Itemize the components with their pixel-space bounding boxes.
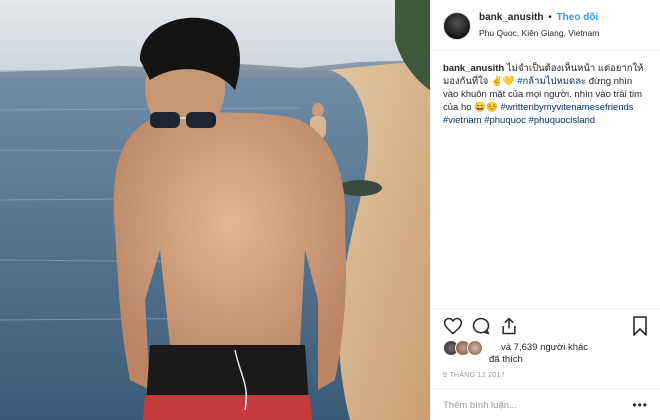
post-date: 9 THÁNG 12 2017: [443, 372, 505, 379]
hashtag-link[interactable]: #vietnam: [443, 115, 482, 126]
post-sidebar: bank_anusith • Theo dõi Phu Quoc, Kiên G…: [430, 0, 660, 420]
beach-photo-illustration: [0, 0, 430, 420]
avatar[interactable]: [443, 12, 471, 40]
likes-label: đã thích: [489, 354, 523, 365]
heart-icon[interactable]: [443, 316, 463, 336]
liker-avatar[interactable]: [467, 340, 483, 356]
likes-count[interactable]: và 7,639 người khác: [501, 342, 588, 353]
instagram-post: bank_anusith • Theo dõi Phu Quoc, Kiên G…: [0, 0, 660, 420]
separator-dot: •: [548, 12, 552, 23]
username-link[interactable]: bank_anusith: [479, 12, 543, 23]
comment-icon[interactable]: [471, 316, 491, 336]
hashtag-link[interactable]: #phuquoc: [484, 115, 526, 126]
comment-input[interactable]: Thêm bình luận...: [443, 400, 517, 411]
username-row: bank_anusith • Theo dõi: [479, 12, 598, 23]
divider: [431, 308, 660, 309]
post-header: bank_anusith • Theo dõi Phu Quoc, Kiên G…: [431, 0, 660, 51]
likes-section: và 7,639 người khác đã thích: [443, 340, 653, 370]
caption-username[interactable]: bank_anusith: [443, 63, 504, 74]
post-caption: bank_anusith ไม่จำเป็นต้องเห็นหน้า แต่อย…: [443, 62, 649, 127]
follow-button[interactable]: Theo dõi: [557, 12, 599, 23]
hashtag-link[interactable]: #writtenbymyvitenamesefriends: [500, 102, 633, 113]
bookmark-icon[interactable]: [632, 316, 648, 336]
hashtag-link[interactable]: #phuquocisland: [529, 115, 596, 126]
share-icon[interactable]: [499, 316, 519, 336]
post-photo[interactable]: [0, 0, 430, 420]
location-link[interactable]: Phu Quoc, Kiên Giang, Vietnam: [479, 28, 599, 38]
divider: [431, 388, 660, 389]
more-options-icon[interactable]: •••: [632, 398, 648, 412]
hashtag-link[interactable]: #กล้ามไปหมดละ: [517, 76, 586, 87]
